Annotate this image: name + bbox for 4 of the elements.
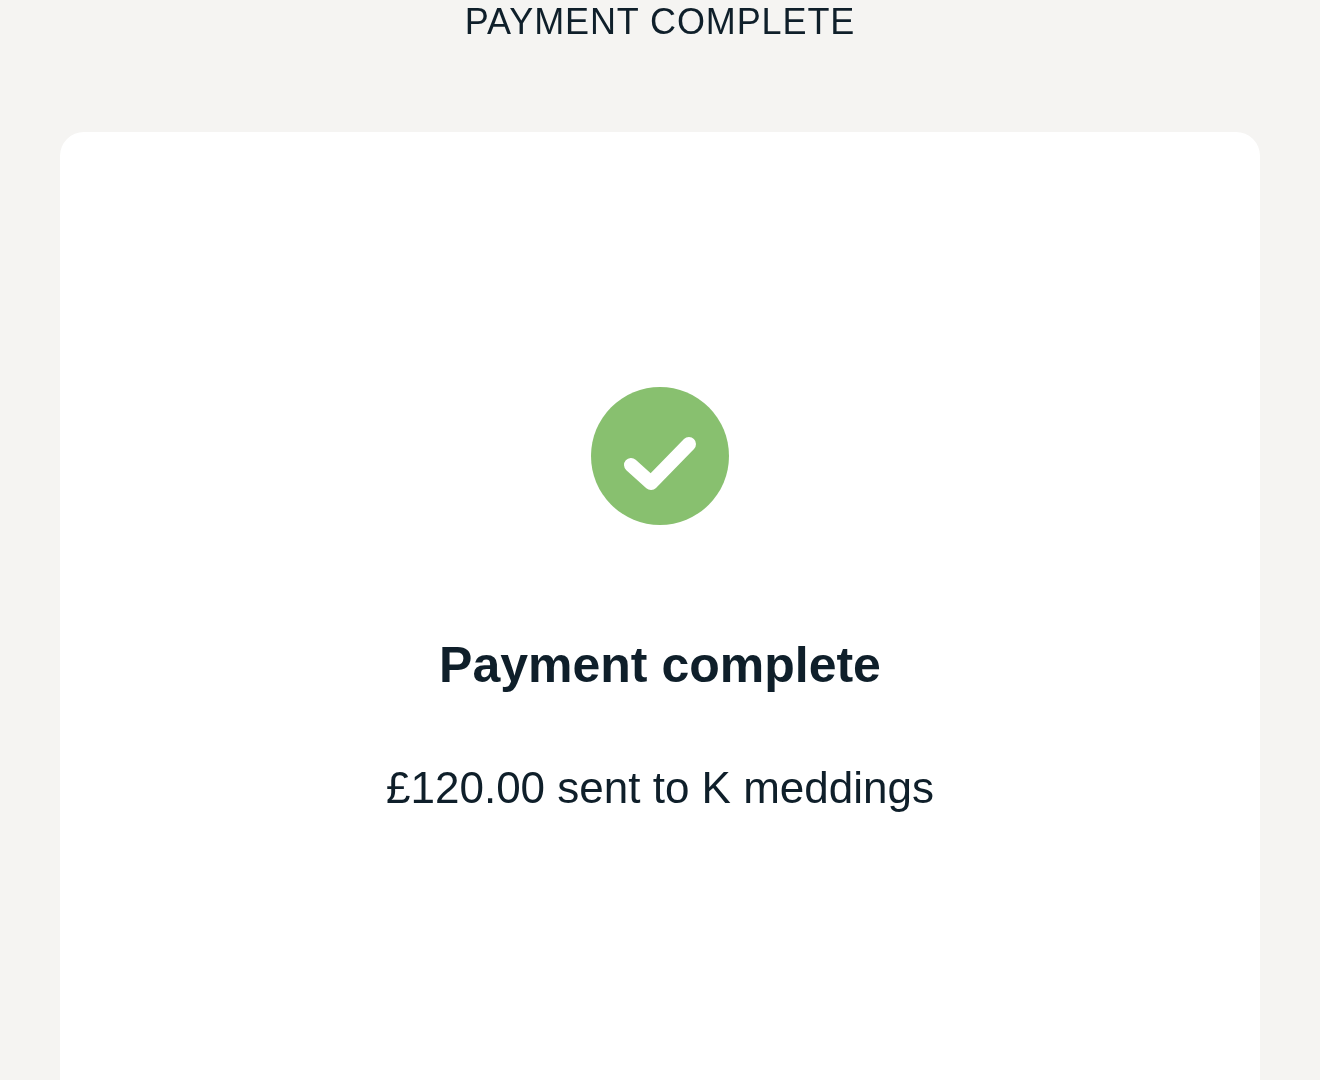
page-title: PAYMENT COMPLETE <box>464 2 856 42</box>
confirmation-heading: Payment complete <box>439 636 881 695</box>
check-circle-icon <box>591 387 729 525</box>
confirmation-message: £120.00 sent to K meddings <box>386 763 934 813</box>
